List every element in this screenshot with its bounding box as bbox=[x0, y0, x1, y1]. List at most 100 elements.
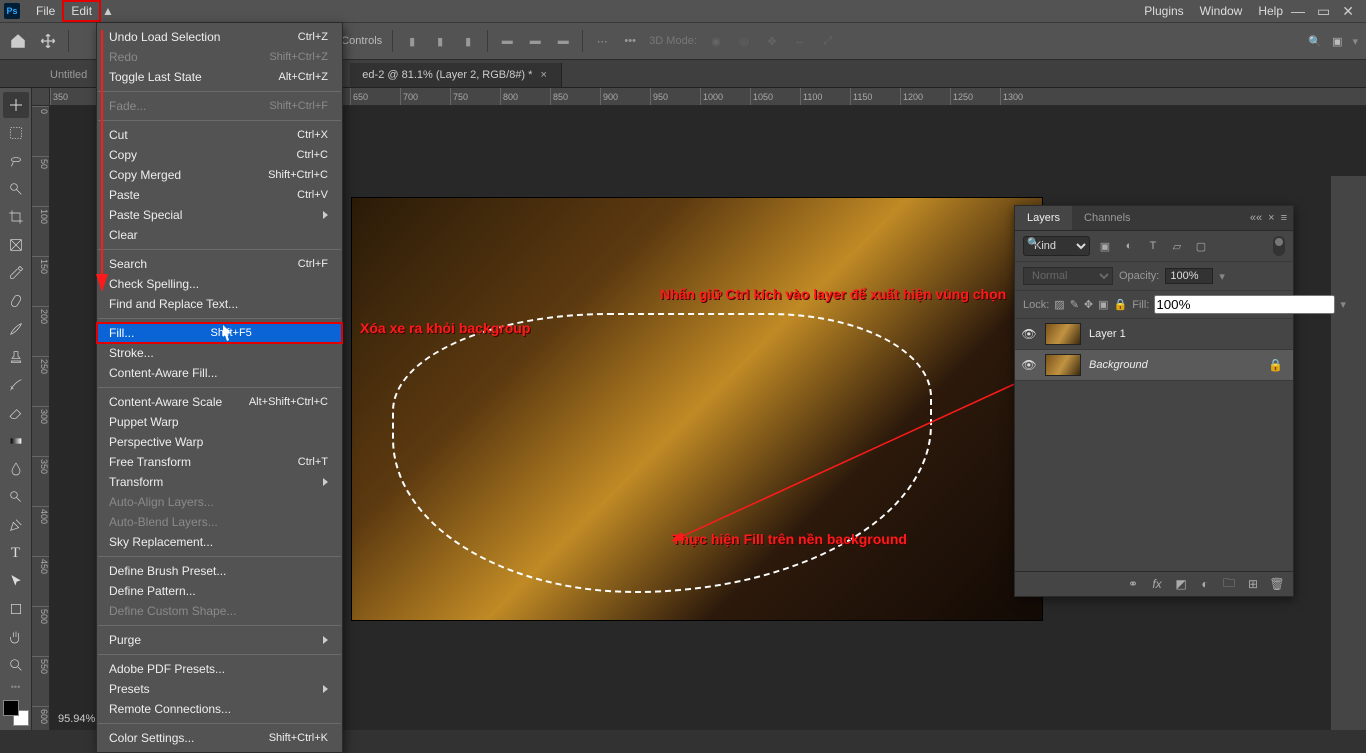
layer-name[interactable]: Background bbox=[1089, 359, 1148, 371]
menu-item-puppet-warp[interactable]: Puppet Warp bbox=[97, 412, 342, 432]
marquee-tool[interactable] bbox=[3, 120, 29, 146]
fill-value[interactable] bbox=[1154, 295, 1335, 314]
align-left-icon[interactable]: ▮ bbox=[403, 32, 421, 50]
layer-thumbnail[interactable] bbox=[1045, 354, 1081, 376]
menu-item-stroke[interactable]: Stroke... bbox=[97, 343, 342, 363]
path-select-tool[interactable] bbox=[3, 568, 29, 594]
lock-position-icon[interactable]: ✥ bbox=[1084, 297, 1093, 313]
heal-tool[interactable] bbox=[3, 288, 29, 314]
maximize-icon[interactable]: ▭ bbox=[1317, 3, 1330, 20]
align-top-icon[interactable]: ▬ bbox=[498, 32, 516, 50]
stamp-tool[interactable] bbox=[3, 344, 29, 370]
menu-item-content-aware-fill[interactable]: Content-Aware Fill... bbox=[97, 363, 342, 383]
zoom-value[interactable]: 95.94% bbox=[58, 713, 95, 725]
menu-item-define-brush-preset[interactable]: Define Brush Preset... bbox=[97, 561, 342, 581]
shape-tool[interactable] bbox=[3, 596, 29, 622]
blend-mode-select[interactable]: Normal bbox=[1023, 267, 1113, 285]
visibility-toggle[interactable]: 👁 bbox=[1021, 358, 1037, 372]
layer-thumbnail[interactable] bbox=[1045, 323, 1081, 345]
layer-fx-icon[interactable]: fx bbox=[1149, 577, 1165, 591]
close-icon[interactable]: ✕ bbox=[1342, 3, 1354, 20]
filter-adjust-icon[interactable]: ◐ bbox=[1120, 238, 1138, 254]
color-swatches[interactable] bbox=[3, 700, 29, 726]
eyedropper-tool[interactable] bbox=[3, 260, 29, 286]
menu-item-transform[interactable]: Transform bbox=[97, 472, 342, 492]
history-brush-tool[interactable] bbox=[3, 372, 29, 398]
filter-pixel-icon[interactable]: ▣ bbox=[1096, 238, 1114, 254]
lock-all-icon[interactable]: 🔒 bbox=[1114, 297, 1128, 313]
menu-item-sky-replacement[interactable]: Sky Replacement... bbox=[97, 532, 342, 552]
home-icon[interactable] bbox=[8, 31, 28, 51]
menu-item-paste-special[interactable]: Paste Special bbox=[97, 205, 342, 225]
align-center-icon[interactable]: ▮ bbox=[431, 32, 449, 50]
3d-orbit-icon[interactable]: ◉ bbox=[707, 32, 725, 50]
blur-tool[interactable] bbox=[3, 456, 29, 482]
lock-artboard-icon[interactable]: ▣ bbox=[1098, 297, 1108, 313]
menu-item-toggle-last-state[interactable]: Toggle Last StateAlt+Ctrl+Z bbox=[97, 67, 342, 87]
doc-tab-1-close-icon[interactable]: × bbox=[540, 69, 546, 81]
3d-pan-icon[interactable]: ✥ bbox=[763, 32, 781, 50]
panel-collapse-icon[interactable]: «« bbox=[1250, 212, 1262, 224]
tab-layers[interactable]: Layers bbox=[1015, 206, 1072, 230]
filter-toggle[interactable] bbox=[1273, 236, 1285, 256]
fg-color-swatch[interactable] bbox=[3, 700, 19, 716]
3d-roll-icon[interactable]: ◎ bbox=[735, 32, 753, 50]
menu-item-adobe-pdf-presets[interactable]: Adobe PDF Presets... bbox=[97, 659, 342, 679]
adjustment-layer-icon[interactable]: ◐ bbox=[1197, 577, 1213, 591]
menu-help-tail[interactable]: Help bbox=[1250, 1, 1291, 21]
panel-close-icon[interactable]: × bbox=[1268, 212, 1274, 224]
doc-tab-0[interactable]: Untitled bbox=[38, 63, 102, 87]
layer-background[interactable]: 👁Background🔒 bbox=[1015, 350, 1293, 381]
filter-smart-icon[interactable]: ▢ bbox=[1192, 238, 1210, 254]
group-icon[interactable]: 🗀 bbox=[1221, 577, 1237, 591]
menu-item-undo-load-selection[interactable]: Undo Load SelectionCtrl+Z bbox=[97, 27, 342, 47]
menu-item-presets[interactable]: Presets bbox=[97, 679, 342, 699]
menu-item-find-and-replace-text[interactable]: Find and Replace Text... bbox=[97, 294, 342, 314]
menu-item-cut[interactable]: CutCtrl+X bbox=[97, 125, 342, 145]
3d-slide-icon[interactable]: ↔ bbox=[791, 32, 809, 50]
menu-item-purge[interactable]: Purge bbox=[97, 630, 342, 650]
menu-item-copy-merged[interactable]: Copy MergedShift+Ctrl+C bbox=[97, 165, 342, 185]
3d-scale-icon[interactable]: ⤢ bbox=[819, 32, 837, 50]
ruler-vertical[interactable]: 050100150200250300350400450500550600 bbox=[32, 106, 50, 730]
lasso-tool[interactable] bbox=[3, 148, 29, 174]
search-icon[interactable]: 🔍 bbox=[1308, 35, 1322, 48]
link-layers-icon[interactable]: ⚭ bbox=[1125, 577, 1141, 591]
panel-menu-icon[interactable]: ≡ bbox=[1281, 212, 1287, 224]
zoom-tool[interactable] bbox=[3, 652, 29, 678]
filter-shape-icon[interactable]: ▱ bbox=[1168, 238, 1186, 254]
right-dock[interactable] bbox=[1330, 176, 1366, 730]
visibility-toggle[interactable]: 👁 bbox=[1021, 327, 1037, 341]
align-bottom-icon[interactable]: ▬ bbox=[554, 32, 572, 50]
align-right-icon[interactable]: ▮ bbox=[459, 32, 477, 50]
menu-item-color-settings[interactable]: Color Settings...Shift+Ctrl+K bbox=[97, 728, 342, 748]
menu-item-content-aware-scale[interactable]: Content-Aware ScaleAlt+Shift+Ctrl+C bbox=[97, 392, 342, 412]
eraser-tool[interactable] bbox=[3, 400, 29, 426]
type-tool[interactable]: T bbox=[3, 540, 29, 566]
opacity-value[interactable] bbox=[1165, 268, 1213, 284]
menu-item-fill[interactable]: Fill...Shift+F5 bbox=[97, 323, 342, 343]
menu-item-copy[interactable]: CopyCtrl+C bbox=[97, 145, 342, 165]
menu-item-search[interactable]: SearchCtrl+F bbox=[97, 254, 342, 274]
layer-layer-1[interactable]: 👁Layer 1 bbox=[1015, 319, 1293, 350]
menu-file[interactable]: File bbox=[28, 1, 63, 21]
move-tool-icon[interactable] bbox=[38, 31, 58, 51]
menu-plugins-tail[interactable]: Plugins bbox=[1136, 1, 1191, 21]
quick-select-tool[interactable] bbox=[3, 176, 29, 202]
new-layer-icon[interactable]: ⊞ bbox=[1245, 577, 1261, 591]
lock-transparent-icon[interactable]: ▨ bbox=[1054, 297, 1064, 313]
align-middle-icon[interactable]: ▬ bbox=[526, 32, 544, 50]
menu-item-perspective-warp[interactable]: Perspective Warp bbox=[97, 432, 342, 452]
layer-mask-icon[interactable]: ◩ bbox=[1173, 577, 1189, 591]
menu-item-clear[interactable]: Clear bbox=[97, 225, 342, 245]
pen-tool[interactable] bbox=[3, 512, 29, 538]
menu-item-check-spelling[interactable]: Check Spelling... bbox=[97, 274, 342, 294]
menu-edit[interactable]: Edit bbox=[63, 1, 100, 21]
menu-item-remote-connections[interactable]: Remote Connections... bbox=[97, 699, 342, 719]
gradient-tool[interactable] bbox=[3, 428, 29, 454]
more-icon[interactable]: ••• bbox=[621, 32, 639, 50]
menu-window-tail[interactable]: Window bbox=[1192, 1, 1251, 21]
hand-tool[interactable] bbox=[3, 624, 29, 650]
minimize-icon[interactable]: — bbox=[1291, 3, 1305, 20]
workspace-icon[interactable]: ▣ bbox=[1332, 35, 1342, 48]
